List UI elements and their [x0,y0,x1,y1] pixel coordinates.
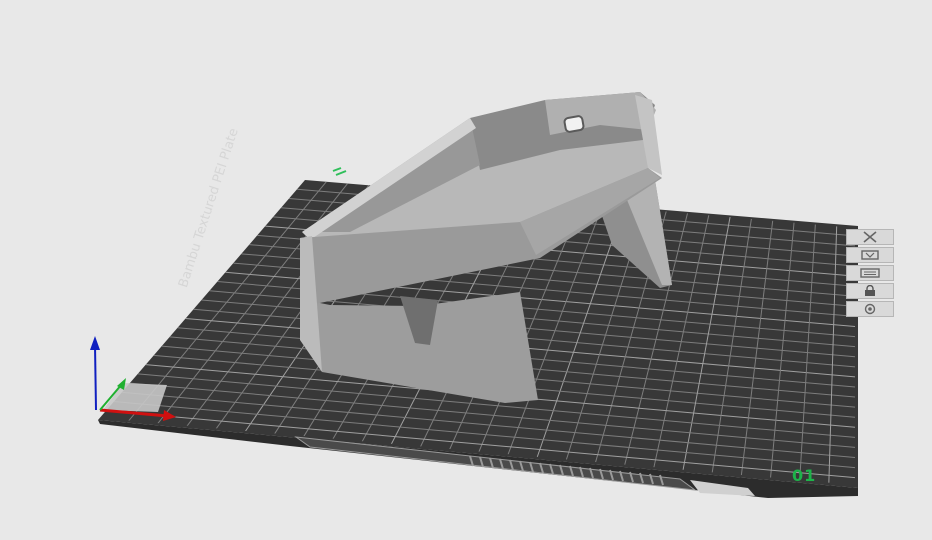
z-axis-arrow-icon [90,336,100,350]
close-icon [863,231,877,243]
settings-icon [864,303,876,315]
3d-viewport[interactable] [0,0,932,540]
auto-orient-button[interactable] [846,247,894,263]
lock-icon [865,285,875,296]
lock-plate-button[interactable] [846,283,894,299]
arrange-button[interactable] [846,265,894,281]
delete-plate-button[interactable] [846,229,894,245]
rear-marker-icon [332,167,347,176]
plate-settings-button[interactable] [846,301,894,317]
z-axis-line [94,344,97,411]
arrange-icon [860,268,880,278]
orient-icon [861,250,879,260]
plate-index-label: 01 [792,466,817,485]
plate-toolbar [846,229,894,317]
